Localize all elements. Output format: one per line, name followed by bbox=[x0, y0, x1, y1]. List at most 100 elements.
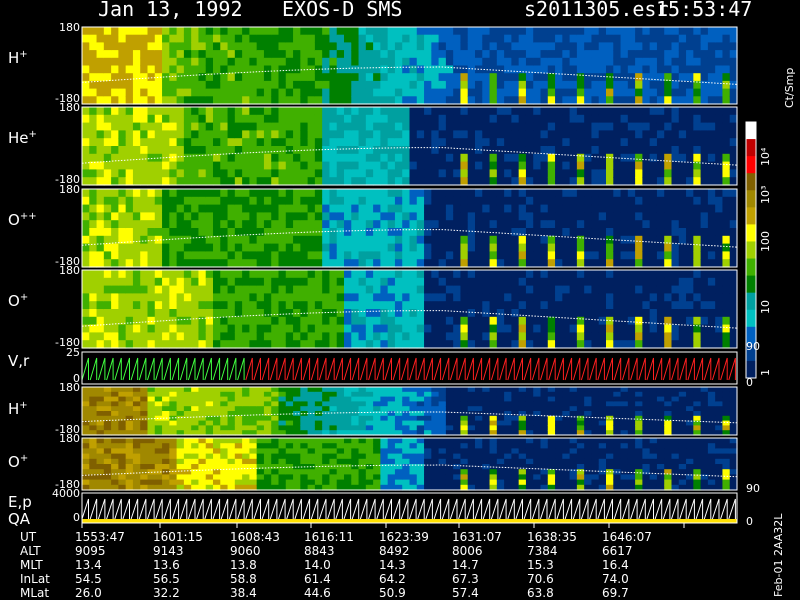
spectrogram-cell bbox=[96, 122, 105, 131]
spectrogram-cell bbox=[300, 293, 309, 302]
spectrogram-cell bbox=[285, 235, 294, 245]
spectrogram-cell bbox=[358, 406, 367, 412]
spectrogram-cell bbox=[191, 212, 200, 221]
spectrogram-cell bbox=[336, 146, 345, 155]
spectrogram-cell bbox=[111, 438, 119, 444]
spectrogram-cell bbox=[322, 88, 331, 97]
spectrogram-cell bbox=[496, 122, 505, 131]
spectrogram-cell bbox=[693, 251, 702, 260]
spectrogram-cell bbox=[162, 340, 170, 349]
spectrogram-cell bbox=[183, 277, 192, 287]
spectrogram-cell bbox=[373, 50, 381, 59]
spectrogram-cell bbox=[118, 96, 127, 105]
spectrogram-cell bbox=[285, 479, 294, 486]
spectrogram-cell bbox=[176, 122, 185, 131]
spectrogram-cell bbox=[511, 277, 520, 287]
spectrogram-cell bbox=[460, 177, 469, 186]
spectrogram-cell bbox=[511, 73, 520, 82]
spectrogram-cell bbox=[198, 425, 207, 431]
spectrogram-cell bbox=[606, 114, 614, 124]
spectrogram-cell bbox=[111, 309, 119, 318]
spectrogram-cell bbox=[154, 235, 163, 245]
spectrogram-cell bbox=[365, 411, 374, 417]
spectrogram-cell bbox=[555, 114, 563, 124]
spectrogram-cell bbox=[205, 396, 214, 402]
spectrogram-cell bbox=[722, 96, 731, 105]
spectrogram-cell bbox=[336, 309, 345, 318]
spectrogram-cell bbox=[562, 189, 571, 198]
spectrogram-cell bbox=[380, 425, 389, 431]
spectrogram-cell bbox=[213, 474, 221, 481]
spectrogram-cell bbox=[489, 340, 498, 349]
spectrogram-cell bbox=[314, 316, 323, 326]
spectrogram-cell bbox=[373, 401, 381, 407]
spectrogram-cell bbox=[198, 204, 207, 213]
spectrogram-cell bbox=[394, 293, 403, 302]
spectrogram-cell bbox=[220, 438, 229, 444]
spectrogram-cell bbox=[234, 80, 243, 90]
spectrogram-cell bbox=[278, 309, 287, 318]
spectrogram-cell bbox=[606, 411, 614, 417]
spectrogram-cell bbox=[584, 50, 593, 59]
spectrogram-cell bbox=[707, 161, 716, 170]
spectrogram-cell bbox=[96, 34, 105, 43]
spectrogram-cell bbox=[263, 285, 272, 294]
spectrogram-cell bbox=[613, 285, 622, 294]
spectrogram-cell bbox=[125, 169, 134, 178]
spectrogram-cell bbox=[562, 243, 571, 252]
spectrogram-cell bbox=[336, 65, 345, 74]
spectrogram-cell bbox=[591, 235, 600, 245]
spectrogram-cell bbox=[300, 332, 309, 341]
spectrogram-cell bbox=[365, 235, 374, 245]
spectrogram-cell bbox=[191, 420, 200, 426]
spectrogram-cell bbox=[154, 474, 163, 481]
spectrogram-cell bbox=[314, 189, 323, 198]
spectrogram-cell bbox=[496, 161, 505, 170]
spectrogram-cell bbox=[82, 73, 90, 82]
spectrogram-cell bbox=[154, 277, 163, 287]
spectrogram-cell bbox=[635, 415, 643, 422]
spectrogram-cell bbox=[460, 396, 469, 402]
spectrogram-cell bbox=[620, 34, 629, 43]
spectrogram-cell bbox=[562, 34, 571, 43]
spectrogram-cell bbox=[686, 169, 694, 178]
spectrogram-cell bbox=[96, 169, 105, 178]
spectrogram-cell bbox=[460, 107, 469, 116]
spectrogram-cell bbox=[613, 50, 622, 59]
spectrogram-cell bbox=[496, 88, 505, 97]
spectrogram-cell bbox=[482, 114, 491, 124]
spectrogram-cell bbox=[205, 340, 214, 349]
spectrogram-cell bbox=[547, 309, 556, 318]
spectrogram-cell bbox=[467, 387, 476, 393]
spectrogram-cell bbox=[132, 96, 141, 105]
spectrogram-cell bbox=[671, 169, 680, 178]
spectrogram-cell bbox=[249, 138, 258, 147]
spectrogram-cell bbox=[256, 285, 265, 294]
spectrogram-cell bbox=[154, 122, 163, 131]
spectrogram-cell bbox=[322, 130, 331, 139]
spectrogram-cell bbox=[700, 411, 709, 417]
spectrogram-cell bbox=[285, 65, 294, 74]
spectrogram-cell bbox=[693, 177, 702, 186]
spectrogram-cell bbox=[693, 212, 702, 221]
spectrogram-cell bbox=[191, 438, 200, 444]
spectrogram-cell bbox=[205, 243, 214, 252]
spectrogram-cell bbox=[278, 340, 287, 349]
spectrogram-cell bbox=[424, 80, 432, 90]
spectrogram-cell bbox=[438, 277, 447, 287]
spectrogram-cell bbox=[256, 270, 265, 279]
spectrogram-cell bbox=[213, 464, 221, 470]
spectrogram-cell bbox=[489, 114, 498, 124]
spectrogram-cell bbox=[118, 204, 127, 213]
spectrogram-cell bbox=[285, 169, 294, 178]
spectrogram-cell bbox=[620, 396, 629, 402]
spectrogram-cell bbox=[489, 122, 498, 131]
spectrogram-cell bbox=[191, 114, 200, 124]
spectrogram-cell bbox=[89, 228, 98, 237]
spectrogram-cell bbox=[424, 235, 432, 245]
spectrogram-cell bbox=[140, 316, 149, 326]
spectrogram-cell bbox=[358, 277, 367, 287]
spectrogram-cell bbox=[715, 220, 724, 229]
spectrogram-cell bbox=[562, 196, 571, 206]
spectrogram-cell bbox=[249, 259, 258, 268]
